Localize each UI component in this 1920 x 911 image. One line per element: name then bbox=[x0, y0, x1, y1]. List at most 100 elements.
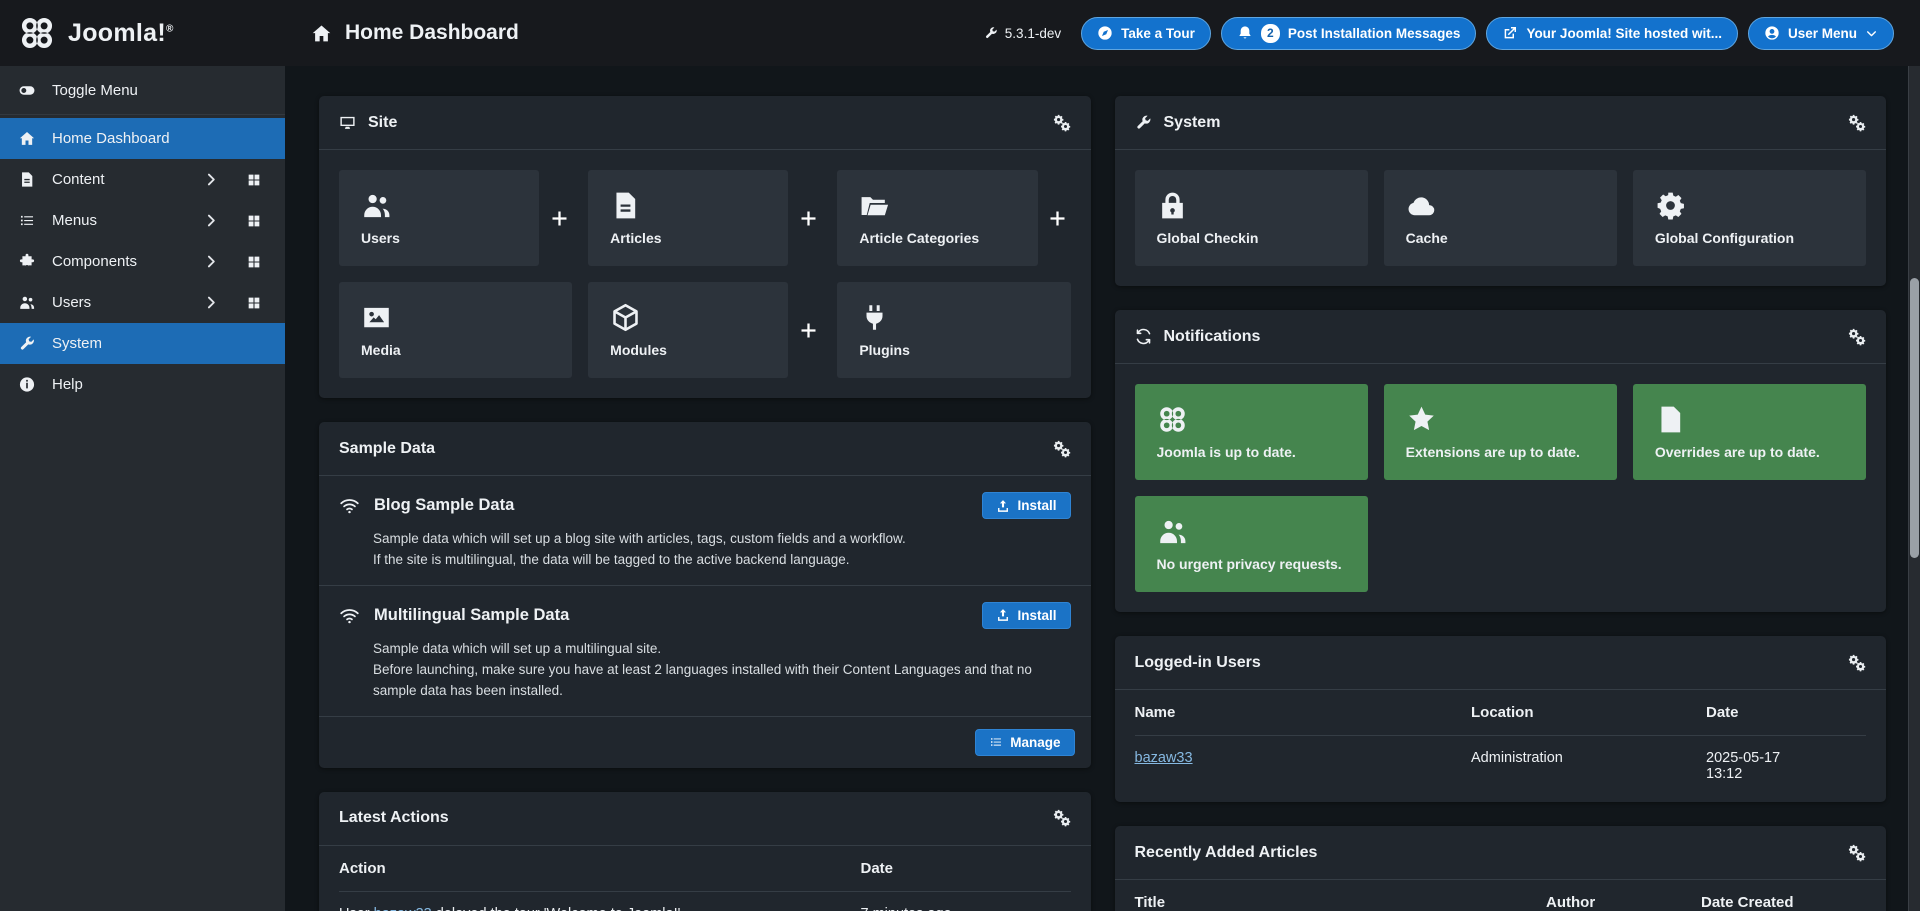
user-link[interactable]: bazaw33 bbox=[1135, 750, 1193, 766]
global-checkin-tile[interactable]: Global Checkin bbox=[1134, 170, 1368, 266]
column-header: Date bbox=[1706, 704, 1739, 721]
take-a-tour-button[interactable]: Take a Tour bbox=[1081, 16, 1211, 50]
column-header: Action bbox=[339, 859, 386, 877]
latest-actions-settings-button[interactable] bbox=[1053, 809, 1071, 827]
site-card-settings-button[interactable] bbox=[1053, 114, 1071, 132]
card-title: Logged-in Users bbox=[1134, 653, 1261, 671]
users-icon bbox=[1157, 516, 1188, 547]
table-header-row: Name Location Date bbox=[1134, 690, 1866, 736]
add-module-button[interactable] bbox=[795, 320, 821, 341]
sidebar-item-components[interactable]: Components bbox=[0, 241, 285, 282]
sidebar-item-label: Help bbox=[52, 376, 83, 393]
joomla-brand[interactable]: Joomla!® bbox=[0, 14, 285, 52]
wifi-icon bbox=[339, 605, 360, 626]
sidebar-item-label: Users bbox=[52, 294, 92, 311]
content-dashboard-button[interactable] bbox=[240, 168, 268, 192]
main-content: Site Users Articles Article Categories M… bbox=[285, 66, 1920, 911]
chevron-right-icon bbox=[201, 294, 221, 311]
user-link[interactable]: bazaw33 bbox=[374, 906, 432, 911]
gears-icon bbox=[1848, 844, 1866, 862]
logged-in-users-table: Name Location Date bazaw33 Administratio… bbox=[1115, 690, 1887, 802]
add-category-button[interactable] bbox=[1045, 208, 1071, 229]
sidebar-item-help[interactable]: Help bbox=[0, 364, 285, 405]
extensions-status-tile[interactable]: Extensions are up to date. bbox=[1383, 384, 1617, 480]
scrollbar[interactable] bbox=[1908, 0, 1920, 911]
system-card-settings-button[interactable] bbox=[1848, 114, 1866, 132]
version-text: 5.3.1-dev bbox=[1004, 25, 1062, 41]
logged-in-users-card: Logged-in Users Name Location Date bazaw… bbox=[1114, 636, 1887, 802]
site-tiles: Users Articles Article Categories Media … bbox=[319, 150, 1091, 398]
menus-dashboard-button[interactable] bbox=[240, 209, 268, 233]
sample-data-settings-button[interactable] bbox=[1053, 440, 1071, 458]
article-icon bbox=[610, 190, 641, 221]
card-title: Latest Actions bbox=[339, 809, 449, 827]
sample-title: Blog Sample Data bbox=[374, 496, 515, 514]
date-cell: 7 minutes ago bbox=[861, 906, 1071, 911]
users-tile[interactable]: Users bbox=[339, 170, 540, 266]
menus-icon bbox=[17, 212, 37, 229]
joomla-update-status-tile[interactable]: Joomla is up to date. bbox=[1134, 384, 1368, 480]
cache-tile[interactable]: Cache bbox=[1383, 170, 1617, 266]
sidebar-item-label: System bbox=[52, 335, 103, 352]
gears-icon bbox=[1848, 654, 1866, 672]
recent-articles-table: Title Author Date Created bbox=[1115, 880, 1887, 911]
manage-button[interactable]: Manage bbox=[975, 728, 1075, 756]
media-tile[interactable]: Media bbox=[339, 282, 573, 378]
sidebar-item-label: Home Dashboard bbox=[52, 130, 170, 147]
toggle-menu-button[interactable]: Toggle Menu bbox=[0, 70, 285, 111]
add-article-button[interactable] bbox=[795, 208, 821, 229]
users-dashboard-button[interactable] bbox=[240, 291, 268, 315]
card-title: System bbox=[1163, 113, 1221, 131]
hosted-site-button[interactable]: Your Joomla! Site hosted wit... bbox=[1486, 16, 1738, 50]
plus-icon bbox=[549, 208, 570, 229]
articles-tile[interactable]: Articles bbox=[588, 170, 789, 266]
add-user-button[interactable] bbox=[546, 208, 572, 229]
modules-tile[interactable]: Modules bbox=[588, 282, 789, 378]
sample-data-header: Sample Data bbox=[319, 422, 1091, 476]
install-multilingual-sample-button[interactable]: Install bbox=[982, 601, 1071, 629]
sidebar-item-users[interactable]: Users bbox=[0, 282, 285, 323]
overrides-status-tile[interactable]: Overrides are up to date. bbox=[1632, 384, 1866, 480]
scrollbar-thumb[interactable] bbox=[1910, 278, 1919, 558]
tour-compass-icon bbox=[1097, 25, 1113, 41]
plugins-tile[interactable]: Plugins bbox=[837, 282, 1071, 378]
sidebar-item-content[interactable]: Content bbox=[0, 159, 285, 200]
chevron-right-icon bbox=[201, 171, 221, 188]
column-header: Date Created bbox=[1701, 894, 1794, 911]
global-configuration-tile[interactable]: Global Configuration bbox=[1632, 170, 1866, 266]
system-card: System Global Checkin Cache Global Confi… bbox=[1114, 96, 1886, 286]
notifications-settings-button[interactable] bbox=[1848, 328, 1866, 346]
logged-in-users-settings-button[interactable] bbox=[1848, 654, 1866, 672]
sample-data-footer: Manage bbox=[319, 715, 1091, 768]
sample-title: Multilingual Sample Data bbox=[374, 605, 570, 624]
sidebar-item-menus[interactable]: Menus bbox=[0, 200, 285, 241]
upload-icon bbox=[996, 608, 1010, 622]
joomla-logo-icon bbox=[1157, 404, 1188, 435]
users-icon bbox=[17, 294, 37, 311]
sidebar-item-system[interactable]: System bbox=[0, 323, 285, 364]
home-icon bbox=[311, 23, 332, 44]
latest-actions-card: Latest Actions Action Date User bazaw33 … bbox=[319, 791, 1091, 911]
post-installation-messages-button[interactable]: 2 Post Installation Messages bbox=[1220, 16, 1477, 50]
lock-icon bbox=[1157, 190, 1188, 221]
sample-description: Sample data which will set up a blog sit… bbox=[373, 531, 906, 567]
recent-articles-settings-button[interactable] bbox=[1848, 844, 1866, 862]
card-title: Recently Added Articles bbox=[1134, 843, 1318, 861]
components-dashboard-button[interactable] bbox=[240, 250, 268, 274]
cloud-icon bbox=[1406, 190, 1437, 221]
page-title-text: Home Dashboard bbox=[345, 21, 519, 44]
install-blog-sample-button[interactable]: Install bbox=[982, 492, 1071, 519]
multilingual-sample-data-section: Multilingual Sample Data Install Sample … bbox=[319, 584, 1091, 716]
user-menu-button[interactable]: User Menu bbox=[1747, 16, 1894, 50]
privacy-requests-tile[interactable]: No urgent privacy requests. bbox=[1134, 496, 1368, 592]
user-icon bbox=[1764, 25, 1780, 41]
grid-icon bbox=[244, 295, 264, 311]
article-categories-tile[interactable]: Article Categories bbox=[837, 170, 1038, 266]
sample-data-card: Sample Data Blog Sample Data Install Sam… bbox=[319, 422, 1091, 768]
sidebar: Toggle Menu Home Dashboard Content Menus… bbox=[0, 66, 285, 911]
top-bar-actions: 5.3.1-dev Take a Tour 2 Post Installatio… bbox=[984, 16, 1920, 50]
column-header: Author bbox=[1546, 894, 1596, 911]
cube-icon bbox=[610, 302, 641, 333]
sidebar-item-home-dashboard[interactable]: Home Dashboard bbox=[0, 118, 285, 159]
sidebar-item-label: Components bbox=[52, 253, 138, 270]
